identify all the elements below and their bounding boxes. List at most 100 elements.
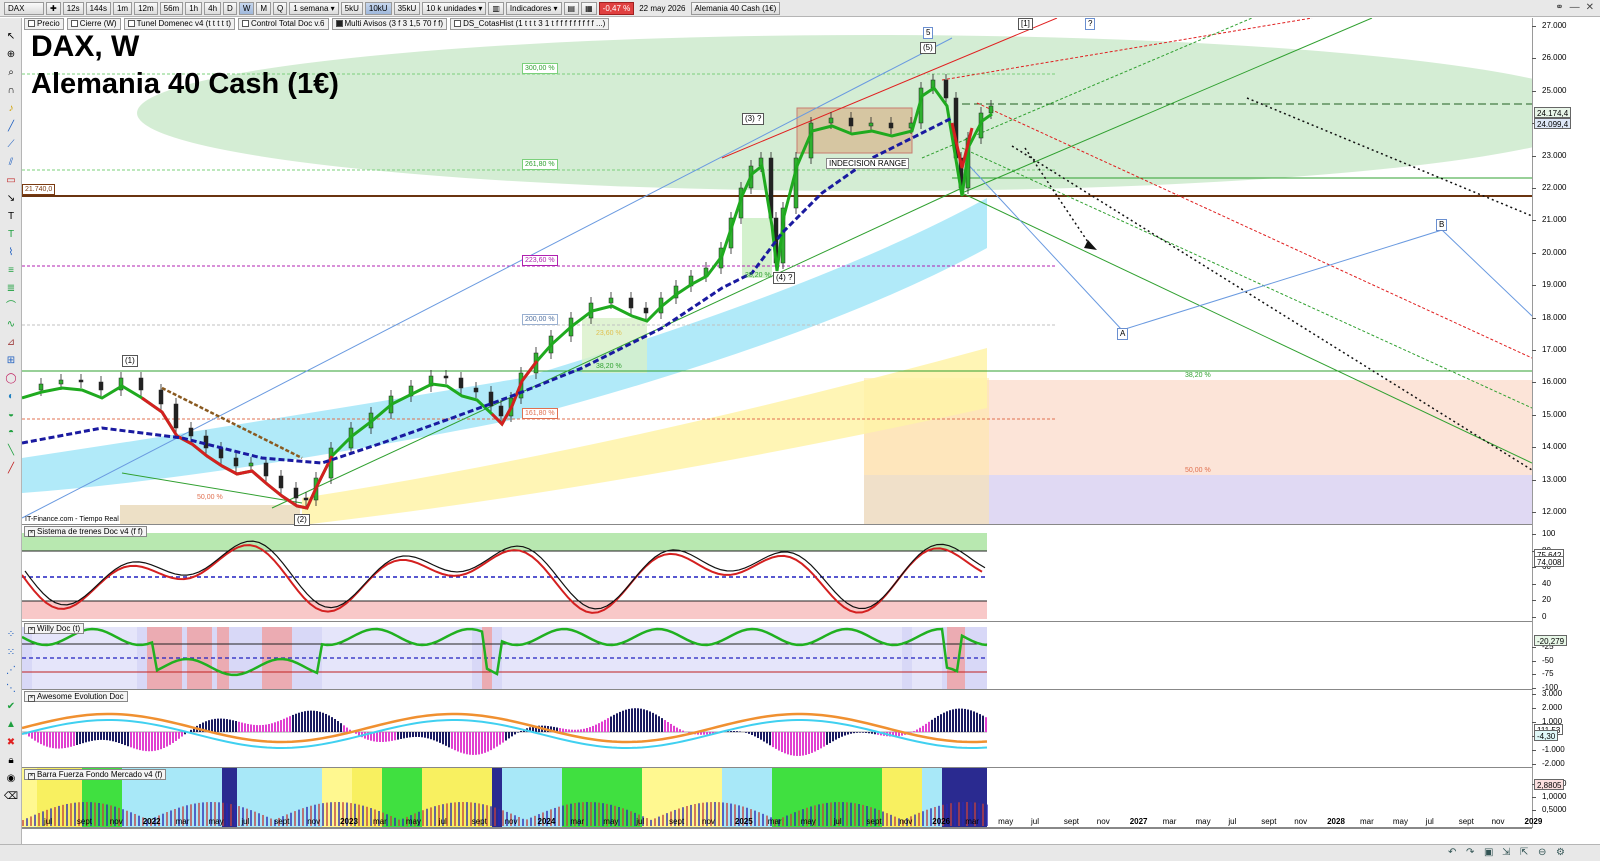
awesome-bar <box>175 732 177 741</box>
bell-icon[interactable]: ♪ <box>3 102 19 116</box>
close-pane-icon[interactable]: × <box>28 627 35 634</box>
trash-icon[interactable]: ⌫ <box>3 790 19 804</box>
ruler-tool-icon[interactable]: ⊿ <box>3 336 19 350</box>
compress-icon[interactable]: ⇲ <box>1502 847 1510 858</box>
willy-pane[interactable]: × Willy Doc (t) <box>22 622 1532 690</box>
template-icon[interactable]: ▤ <box>563 1 580 15</box>
tf-12s[interactable]: 12s <box>62 1 84 15</box>
arc-tool-icon[interactable]: ⌒ <box>3 300 19 314</box>
check-icon[interactable]: ✔ <box>3 700 19 714</box>
awesome-header[interactable]: × Awesome Evolution Doc <box>24 691 128 702</box>
awesome-bar <box>859 732 861 733</box>
trenes-pane[interactable]: × Sistema de trenes Doc v4 (f f) <box>22 525 1532 622</box>
tf-d[interactable]: D <box>223 1 237 15</box>
units-35k[interactable]: 35kU <box>393 1 421 15</box>
elliott-tool-icon[interactable]: ⁙ <box>3 646 19 660</box>
fib-tool-icon[interactable]: ⌇ <box>3 246 19 260</box>
candle <box>808 122 814 159</box>
undo-icon[interactable]: ↶ <box>1448 847 1456 858</box>
pattern-tool-icon[interactable]: ⋰ <box>3 664 19 678</box>
awesome-bar <box>163 732 165 748</box>
gann-tool-icon[interactable]: ⋱ <box>3 682 19 696</box>
settings-icon[interactable]: ⚙ <box>1556 847 1565 858</box>
text-tool-icon[interactable]: T <box>3 210 19 224</box>
zoom-icon[interactable]: ⌕ <box>3 66 19 80</box>
awesome-bar <box>817 732 819 751</box>
ellipse-tool-icon[interactable]: ◯ <box>3 372 19 386</box>
tf-m[interactable]: M <box>256 1 272 15</box>
close-icon[interactable]: ✕ <box>1586 2 1594 13</box>
polyline-tool-icon[interactable]: ◓ <box>3 426 19 440</box>
minimize-icon[interactable]: — <box>1570 2 1580 13</box>
pitchfork-tool-icon[interactable]: ≡ <box>3 264 19 278</box>
barra-histogram <box>842 802 844 826</box>
awesome-bar <box>574 729 576 732</box>
arrow-tool-icon[interactable]: ↘ <box>3 192 19 206</box>
eye-icon[interactable]: ◉ <box>3 772 19 786</box>
close-pane-icon[interactable]: × <box>28 773 35 780</box>
cursor-icon[interactable]: ↖ <box>3 30 19 44</box>
barra-header[interactable]: × Barra Fuerza Fondo Mercado v4 (f) <box>24 769 167 780</box>
triangle-tool-icon[interactable]: ◒ <box>3 408 19 422</box>
grid-icon[interactable]: ▦ <box>581 1 597 15</box>
barra-histogram <box>798 810 800 826</box>
units-dropdown[interactable]: 10 k unidades ▾ <box>422 1 487 15</box>
redo-icon[interactable]: ↷ <box>1466 847 1474 858</box>
barra-histogram <box>250 810 252 826</box>
delete-icon[interactable]: ✖ <box>3 736 19 750</box>
indicators-button[interactable]: Indicadores ▾ <box>505 1 562 15</box>
awesome-bar <box>604 719 606 732</box>
trenes-chart[interactable] <box>22 525 1532 622</box>
tf-12m[interactable]: 12m <box>134 1 158 15</box>
awesome-bar <box>394 732 396 741</box>
magnet-icon[interactable]: ∩ <box>3 84 19 98</box>
zoom-in-icon[interactable]: ⊕ <box>3 48 19 62</box>
awesome-bar <box>871 732 873 734</box>
tf-w[interactable]: W <box>238 1 255 15</box>
willy-chart[interactable] <box>22 622 1532 690</box>
text-green-tool-icon[interactable]: T <box>3 228 19 242</box>
awesome-bar <box>769 732 771 746</box>
expand-icon[interactable]: ⇱ <box>1520 847 1528 858</box>
measure-tool-icon[interactable]: ⊞ <box>3 354 19 368</box>
time-axis-month: may <box>1195 817 1211 826</box>
tf-56m[interactable]: 56m <box>159 1 184 15</box>
awesome-bar <box>955 708 957 732</box>
line-tool-icon[interactable]: ╱ <box>3 120 19 134</box>
symbol-selector[interactable]: DAX <box>4 1 44 15</box>
units-10k[interactable]: 10kU <box>364 1 392 15</box>
time-axis[interactable] <box>22 828 1532 844</box>
wave-tool-icon[interactable]: ⁘ <box>3 628 19 642</box>
thumbs-up-icon[interactable]: ▲ <box>3 718 19 732</box>
close-pane-icon[interactable]: × <box>28 695 35 702</box>
channel-tool-icon[interactable]: ⫽ <box>3 156 19 170</box>
tf-q[interactable]: Q <box>273 1 288 15</box>
new-symbol-icon[interactable]: ✚ <box>46 1 61 15</box>
willy-header[interactable]: × Willy Doc (t) <box>24 623 85 634</box>
awesome-chart[interactable] <box>22 690 1532 768</box>
time-axis-year: 2026 <box>932 817 951 826</box>
tf-1h[interactable]: 1h <box>185 1 203 15</box>
zoom-out-icon[interactable]: ⊖ <box>1538 847 1546 858</box>
awesome-pane[interactable]: × Awesome Evolution Doc <box>22 690 1532 768</box>
units-5k[interactable]: 5kU <box>340 1 363 15</box>
brush-tool-icon[interactable]: ╲ <box>3 444 19 458</box>
awesome-bar <box>46 732 48 747</box>
trenes-header[interactable]: × Sistema de trenes Doc v4 (f f) <box>24 526 147 537</box>
tf-4h[interactable]: 4h <box>204 1 222 15</box>
fan-tool-icon[interactable]: ≣ <box>3 282 19 296</box>
fib-23-label: 23,60 % <box>596 330 622 337</box>
eraser-tool-icon[interactable]: ╱ <box>3 462 19 476</box>
close-pane-icon[interactable]: × <box>28 530 35 537</box>
hline-tool-icon[interactable]: ▭ <box>3 174 19 188</box>
tf-1m[interactable]: 1m <box>112 1 133 15</box>
ray-tool-icon[interactable]: ⟋ <box>3 138 19 152</box>
chart-type-icon[interactable]: ▥ <box>488 1 504 15</box>
link-icon[interactable]: ⚭ <box>1555 2 1563 13</box>
screenshot-icon[interactable]: ▣ <box>1484 847 1493 858</box>
rect-tool-icon[interactable]: ◐ <box>3 390 19 404</box>
cycle-tool-icon[interactable]: ∿ <box>3 318 19 332</box>
tf-144s[interactable]: 144s <box>85 1 111 15</box>
period-dropdown[interactable]: 1 semana ▾ <box>289 1 339 15</box>
lock-icon[interactable]: 🔒︎ <box>3 754 19 768</box>
